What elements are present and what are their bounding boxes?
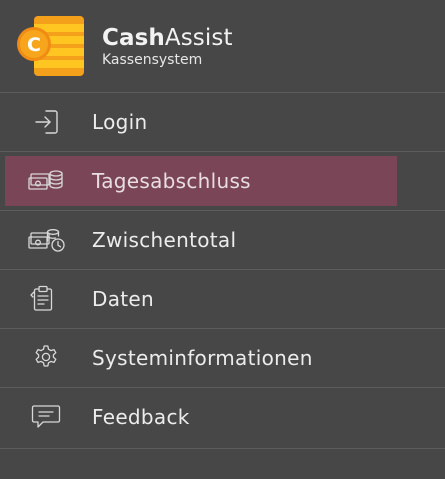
cash-clock-icon (26, 224, 66, 256)
menu-item-label: Login (92, 110, 148, 134)
menu-item-daten[interactable]: Daten (0, 269, 445, 328)
app-name: CashAssist (102, 24, 233, 52)
cashassist-logo: C (14, 14, 86, 78)
app-header: C CashAssist Kassensystem (0, 0, 445, 92)
menu-item-login[interactable]: Login (0, 92, 445, 151)
cash-stack-icon (26, 165, 66, 197)
menu-item-label: Systeminformationen (92, 346, 313, 370)
menu-item-label: Daten (92, 287, 154, 311)
app-subtitle: Kassensystem (102, 52, 203, 68)
side-menu: C CashAssist Kassensystem Login Tagesabs… (0, 0, 445, 479)
brand: CashAssist Kassensystem (102, 24, 233, 69)
chat-bubble-icon (26, 401, 66, 433)
menu-item-label: Tagesabschluss (92, 169, 251, 193)
gear-icon (26, 342, 66, 374)
menu-item-tagesabschluss[interactable]: Tagesabschluss (0, 151, 445, 210)
menu-item-feedback[interactable]: Feedback (0, 387, 445, 446)
svg-text:C: C (27, 34, 41, 56)
menu-list: Login Tagesabschluss Zwischentotal Daten… (0, 92, 445, 446)
menu-item-zwischentotal[interactable]: Zwischentotal (0, 210, 445, 269)
clipboard-icon (26, 283, 66, 315)
app-name-light: Assist (164, 25, 233, 51)
app-name-bold: Cash (102, 25, 165, 51)
menu-item-label: Feedback (92, 405, 190, 429)
menu-item-label: Zwischentotal (92, 228, 237, 252)
divider (0, 448, 445, 449)
menu-item-systeminformationen[interactable]: Systeminformationen (0, 328, 445, 387)
login-icon (26, 106, 66, 138)
